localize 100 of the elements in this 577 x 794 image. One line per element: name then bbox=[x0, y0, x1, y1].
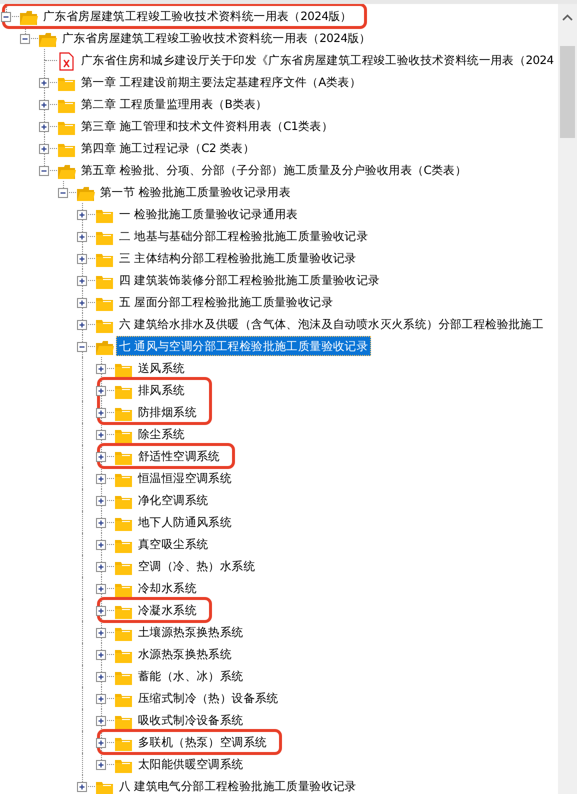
tree-item[interactable]: 广东省房屋建筑工程竣工验收技术资料统一用表（2024版） bbox=[40, 6, 355, 26]
tree-item[interactable]: 五 屋面分部工程检验批施工质量验收记录 bbox=[116, 292, 336, 312]
tree-item[interactable]: 四 建筑装饰装修分部工程检验批施工质量验收记录 bbox=[116, 270, 383, 290]
open-folder-icon bbox=[38, 31, 57, 48]
collapse-icon[interactable] bbox=[58, 188, 69, 198]
expand-icon[interactable] bbox=[39, 100, 50, 110]
open-folder-icon bbox=[19, 9, 38, 26]
expand-icon[interactable] bbox=[96, 738, 107, 748]
folder-icon bbox=[114, 383, 133, 400]
tree-item[interactable]: 广东省住房和城乡建设厅关于印发《广东省房屋建筑工程竣工验收技术资料统一用表（2024 bbox=[78, 50, 557, 70]
tree-item[interactable]: 水源热泵换热系统 bbox=[135, 644, 235, 664]
tree-item[interactable]: 吸收式制冷设备系统 bbox=[135, 710, 246, 730]
tree-item[interactable]: 压缩式制冷（热）设备系统 bbox=[135, 688, 282, 708]
expand-icon[interactable] bbox=[96, 628, 107, 638]
folder-icon bbox=[114, 471, 133, 488]
tree-item[interactable]: 舒适性空调系统 bbox=[135, 446, 223, 466]
expand-icon[interactable] bbox=[96, 518, 107, 528]
tree-item[interactable]: 七 通风与空调分部工程检验批施工质量验收记录 bbox=[116, 336, 372, 356]
collapse-icon[interactable] bbox=[77, 342, 88, 352]
expand-icon[interactable] bbox=[39, 122, 50, 132]
folder-icon bbox=[57, 75, 76, 92]
expand-icon[interactable] bbox=[96, 584, 107, 594]
tree-item[interactable]: 第二章 工程质量监理用表（B类表） bbox=[78, 94, 270, 114]
tree-item[interactable]: 第一章 工程建设前期主要法定基建程序文件（A类表） bbox=[78, 72, 364, 92]
tree-item[interactable]: 八 建筑电气分部工程检验批施工质量验收记录 bbox=[116, 776, 360, 794]
tree-item[interactable]: 蓄能（水、冰）系统 bbox=[135, 666, 246, 686]
tree-item[interactable]: 三 主体结构分部工程检验批施工质量验收记录 bbox=[116, 248, 360, 268]
tree-item[interactable]: 第一节 检验批施工质量验收记录用表 bbox=[97, 182, 294, 202]
expand-icon[interactable] bbox=[96, 606, 107, 616]
folder-icon bbox=[114, 691, 133, 708]
folder-icon bbox=[114, 361, 133, 378]
open-folder-icon bbox=[57, 163, 76, 180]
expand-icon[interactable] bbox=[77, 210, 88, 220]
tree-item[interactable]: 防排烟系统 bbox=[135, 402, 200, 422]
tree-item[interactable]: 送风系统 bbox=[135, 358, 188, 378]
folder-icon bbox=[114, 427, 133, 444]
tree-item[interactable]: 真空吸尘系统 bbox=[135, 534, 212, 554]
open-folder-icon bbox=[95, 339, 114, 356]
open-folder-icon bbox=[76, 185, 95, 202]
expand-icon[interactable] bbox=[77, 320, 88, 330]
collapse-icon[interactable] bbox=[20, 34, 31, 44]
scrollbar[interactable] bbox=[558, 4, 577, 794]
expand-icon[interactable] bbox=[77, 782, 88, 792]
expand-icon[interactable] bbox=[77, 232, 88, 242]
tree-item[interactable]: 第四章 施工过程记录（C2 类表） bbox=[78, 138, 258, 158]
tree-item[interactable]: 地下人防通风系统 bbox=[135, 512, 235, 532]
expand-icon[interactable] bbox=[39, 144, 50, 154]
tree-item[interactable]: 排风系统 bbox=[135, 380, 188, 400]
tree-item[interactable]: 二 地基与基础分部工程检验批施工质量验收记录 bbox=[116, 226, 372, 246]
tree-item[interactable]: 多联机（热泵）空调系统 bbox=[135, 732, 270, 752]
folder-icon bbox=[114, 735, 133, 752]
tree-item[interactable]: 太阳能供暖空调系统 bbox=[135, 754, 246, 774]
tree-item[interactable]: 第五章 检验批、分项、分部（子分部）施工质量及分户验收用表（C类表） bbox=[78, 160, 470, 180]
tree-item[interactable]: 除尘系统 bbox=[135, 424, 188, 444]
folder-icon bbox=[95, 779, 114, 794]
expand-icon[interactable] bbox=[96, 496, 107, 506]
expand-icon[interactable] bbox=[96, 716, 107, 726]
expand-icon[interactable] bbox=[96, 694, 107, 704]
tree-item[interactable]: 恒温恒湿空调系统 bbox=[135, 468, 235, 488]
folder-icon bbox=[95, 229, 114, 246]
folder-icon bbox=[57, 97, 76, 114]
expand-icon[interactable] bbox=[77, 276, 88, 286]
folder-icon bbox=[114, 669, 133, 686]
tree-item[interactable]: 六 建筑给水排水及供暖（含气体、泡沫及自动喷水灭火系统）分部工程检验批施工 bbox=[116, 314, 547, 334]
expand-icon[interactable] bbox=[96, 562, 107, 572]
tree-item[interactable]: 冷凝水系统 bbox=[135, 600, 200, 620]
expand-icon[interactable] bbox=[96, 760, 107, 770]
expand-icon[interactable] bbox=[96, 650, 107, 660]
expand-icon[interactable] bbox=[96, 672, 107, 682]
folder-icon bbox=[114, 603, 133, 620]
tree-item[interactable]: 空调（冷、热）水系统 bbox=[135, 556, 258, 576]
tree-item[interactable]: 一 检验批施工质量验收记录通用表 bbox=[116, 204, 301, 224]
folder-icon bbox=[95, 273, 114, 290]
folder-icon bbox=[114, 559, 133, 576]
collapse-icon[interactable] bbox=[1, 12, 12, 22]
collapse-icon[interactable] bbox=[39, 166, 50, 176]
expand-icon[interactable] bbox=[96, 430, 107, 440]
folder-icon bbox=[95, 317, 114, 334]
folder-icon bbox=[114, 625, 133, 642]
expand-icon[interactable] bbox=[39, 78, 50, 88]
tree-item[interactable]: 土壤源热泵换热系统 bbox=[135, 622, 246, 642]
expand-icon[interactable] bbox=[96, 408, 107, 418]
folder-icon bbox=[114, 647, 133, 664]
folder-icon bbox=[57, 141, 76, 158]
expand-icon[interactable] bbox=[77, 298, 88, 308]
scroll-thumb[interactable] bbox=[560, 46, 575, 138]
tree-item[interactable]: 广东省房屋建筑工程竣工验收技术资料统一用表（2024版） bbox=[59, 28, 374, 48]
folder-icon bbox=[114, 515, 133, 532]
folder-icon bbox=[114, 713, 133, 730]
scroll-up-icon[interactable] bbox=[562, 14, 573, 21]
expand-icon[interactable] bbox=[77, 254, 88, 264]
expand-icon[interactable] bbox=[96, 386, 107, 396]
tree-item[interactable]: 净化空调系统 bbox=[135, 490, 212, 510]
expand-icon[interactable] bbox=[96, 474, 107, 484]
expand-icon[interactable] bbox=[96, 452, 107, 462]
tree-item[interactable]: 冷却水系统 bbox=[135, 578, 200, 598]
folder-icon bbox=[95, 295, 114, 312]
tree-item[interactable]: 第三章 施工管理和技术文件资料用表（C1类表） bbox=[78, 116, 336, 136]
expand-icon[interactable] bbox=[96, 364, 107, 374]
expand-icon[interactable] bbox=[96, 540, 107, 550]
